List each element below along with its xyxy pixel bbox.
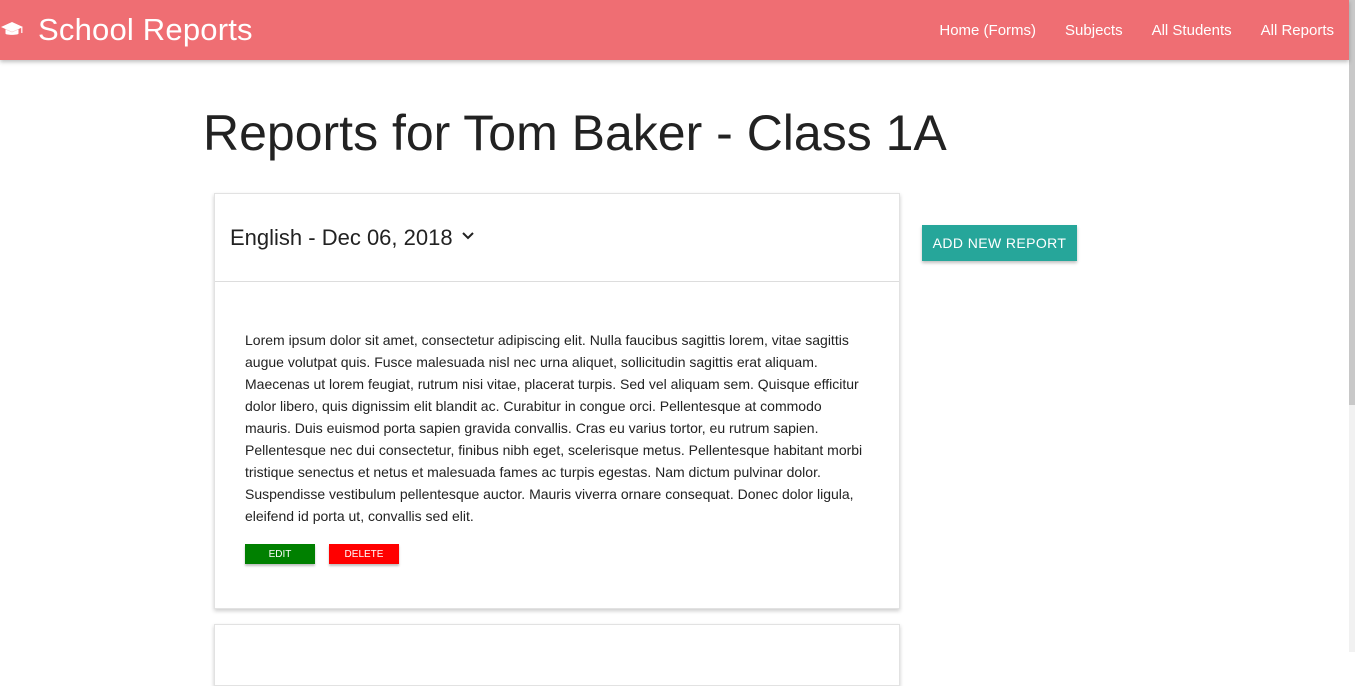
scrollbar-thumb[interactable]: [1349, 0, 1355, 405]
nav-link-home-forms[interactable]: Home (Forms): [939, 22, 1036, 39]
report-card-body: Lorem ipsum dolor sit amet, consectetur …: [215, 282, 899, 564]
brand-title: School Reports: [38, 12, 253, 47]
nav-link-all-reports[interactable]: All Reports: [1261, 22, 1334, 39]
top-navbar: School Reports Home (Forms) Subjects All…: [0, 0, 1349, 60]
report-card: English - Dec 06, 2018 Lorem ipsum dolor…: [214, 193, 900, 609]
add-new-report-button[interactable]: Add New Report: [922, 225, 1077, 261]
nav-link-subjects[interactable]: Subjects: [1065, 22, 1123, 39]
report-text: Lorem ipsum dolor sit amet, consectetur …: [245, 332, 863, 524]
brand-logo[interactable]: School Reports: [0, 0, 253, 60]
page-title: Reports for Tom Baker - Class 1A: [203, 105, 947, 161]
nav-links: Home (Forms) Subjects All Students All R…: [910, 0, 1334, 60]
edit-button[interactable]: Edit: [245, 544, 315, 564]
chevron-down-icon: [461, 231, 475, 241]
nav-link-all-students[interactable]: All Students: [1152, 22, 1232, 39]
delete-button[interactable]: Delete: [329, 544, 399, 564]
report-subject-date: English - Dec 06, 2018: [230, 224, 453, 250]
graduation-cap-icon: [0, 18, 24, 42]
report-card-next[interactable]: [214, 624, 900, 686]
page-scrollbar[interactable]: [1349, 0, 1355, 652]
report-actions: Edit Delete: [245, 544, 869, 564]
report-card-header[interactable]: English - Dec 06, 2018: [215, 194, 899, 282]
